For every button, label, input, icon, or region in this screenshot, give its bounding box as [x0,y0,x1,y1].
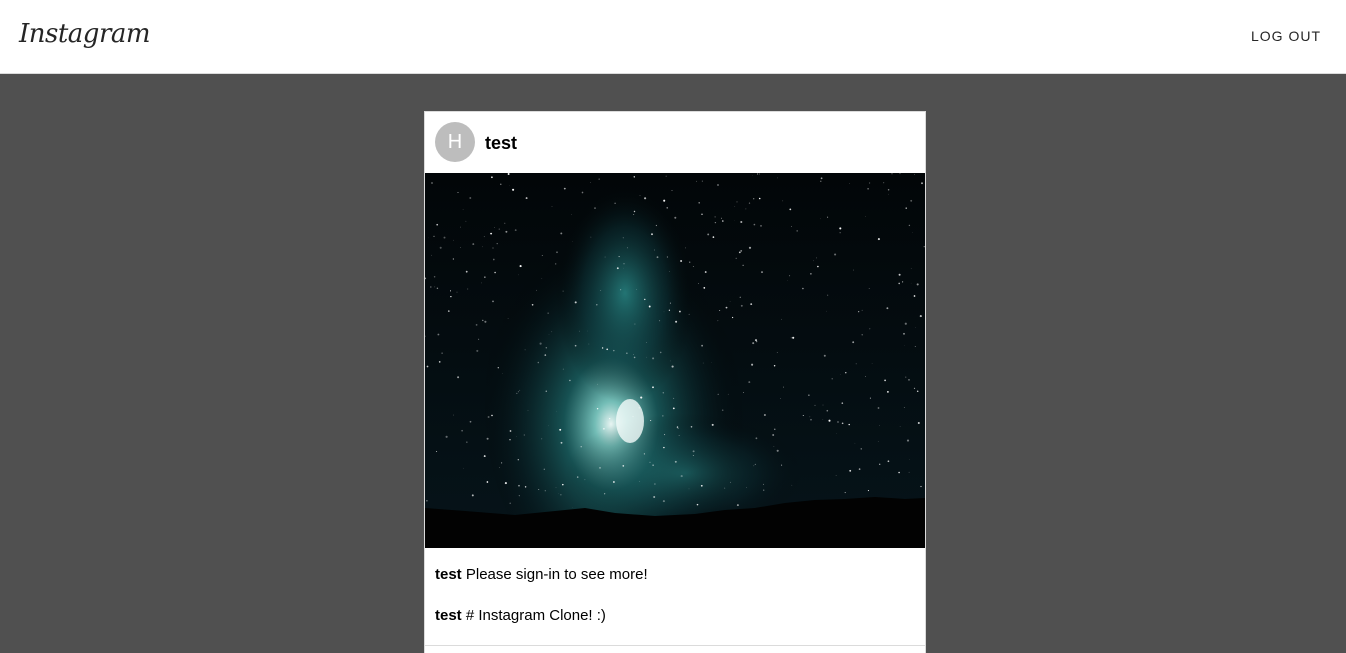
post-username[interactable]: test [485,132,517,154]
divider [425,645,925,646]
caption-username[interactable]: test [435,566,462,583]
caption-username[interactable]: test [435,607,462,624]
caption-text: # Instagram Clone! :) [465,607,606,624]
caption-text: Please sign-in to see more! [465,566,648,583]
caption-2: test # Instagram Clone! :) [435,606,606,626]
instagram-logo[interactable]: Instagram [19,14,151,54]
top-navbar: Instagram LOG OUT [0,0,1346,74]
post-header: H test [425,112,925,173]
caption-1: test Please sign-in to see more! [435,565,648,585]
post-image[interactable] [425,173,925,548]
avatar[interactable]: H [435,122,475,162]
post-card: H test test Please sign-in to see more! … [424,111,926,653]
logout-button[interactable]: LOG OUT [1251,26,1321,46]
